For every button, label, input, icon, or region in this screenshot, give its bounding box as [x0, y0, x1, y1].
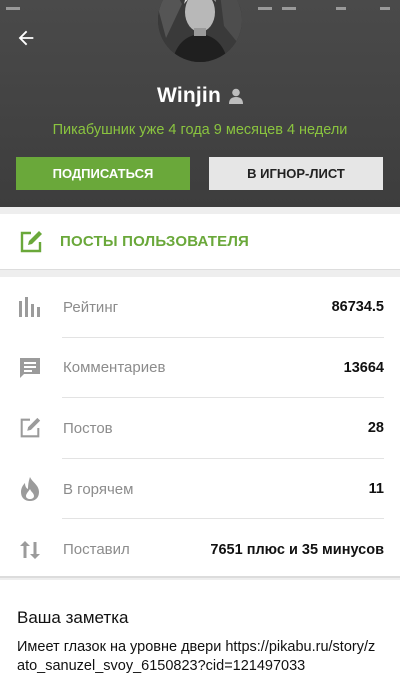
stat-row-comments: Комментариев 13664	[0, 338, 400, 399]
stat-label: Комментариев	[63, 359, 166, 377]
stat-row-posts: Постов 28	[0, 398, 400, 459]
stat-value: 28	[367, 420, 384, 437]
user-posts-link[interactable]: ПОСТЫ ПОЛЬЗОВАТЕЛЯ	[0, 214, 400, 270]
stat-row-hot: В горячем 11	[0, 459, 400, 520]
user-icon	[229, 88, 243, 104]
stat-row-votes: Поставил 7651 плюс и 35 минусов	[0, 519, 400, 580]
comment-icon	[17, 355, 43, 381]
arrow-left-icon	[18, 30, 34, 46]
back-button[interactable]	[10, 22, 42, 54]
stat-value: 11	[368, 481, 384, 498]
edit-icon	[20, 230, 42, 252]
stat-value: 7651 плюс и 35 минусов	[210, 541, 384, 558]
stat-label: Рейтинг	[63, 298, 119, 316]
subscribe-button[interactable]: ПОДПИСАТЬСЯ	[16, 157, 190, 190]
swap-vertical-icon	[17, 537, 43, 563]
fire-icon	[17, 476, 43, 502]
username: Winjin	[157, 84, 221, 107]
bar-chart-icon	[17, 294, 43, 320]
user-stats: Рейтинг 86734.5 Комментариев 13664 Посто…	[0, 277, 400, 578]
stat-value: 86734.5	[331, 299, 384, 316]
stat-value: 13664	[343, 359, 384, 376]
stat-label: Постов	[63, 419, 113, 437]
username-row: Winjin	[0, 84, 400, 108]
stat-row-rating: Рейтинг 86734.5	[0, 277, 400, 338]
user-posts-label: ПОСТЫ ПОЛЬЗОВАТЕЛЯ	[60, 233, 250, 250]
note-title: Ваша заметка	[17, 608, 129, 627]
stat-label: В горячем	[63, 480, 134, 498]
edit-icon	[17, 415, 43, 441]
profile-header: Winjin Пикабушник уже 4 года 9 месяцев 4…	[0, 0, 400, 207]
stat-label: Поставил	[63, 541, 130, 559]
user-note[interactable]: Ваша заметка Имеет глазок на уровне двер…	[0, 580, 400, 690]
note-text: Имеет глазок на уровне двери https://pik…	[17, 639, 376, 674]
membership-duration: Пикабушник уже 4 года 9 месяцев 4 недели	[52, 122, 348, 138]
ignore-list-button[interactable]: В ИГНОР-ЛИСТ	[209, 157, 383, 190]
avatar[interactable]	[158, 0, 242, 62]
